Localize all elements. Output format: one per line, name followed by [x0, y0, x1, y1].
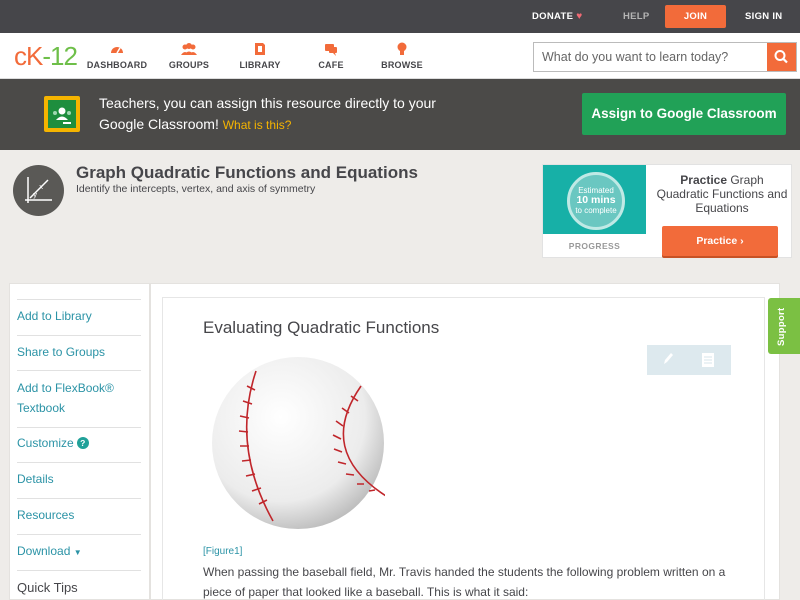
groups-icon: [153, 41, 225, 57]
article-paragraph: When passing the baseball field, Mr. Tra…: [203, 565, 726, 599]
dashboard-icon: [81, 41, 153, 57]
nav-groups[interactable]: GROUPS: [153, 41, 225, 70]
help-link[interactable]: HELP: [623, 0, 650, 33]
chevron-right-icon: ›: [740, 235, 744, 247]
main-nav: cK-12 DASHBOARD GROUPS LIBRARY CAFE BROW…: [0, 33, 800, 79]
add-to-flexbook-link[interactable]: Add to FlexBook® Textbook: [17, 378, 141, 418]
content-panel: Evaluating Quadratic Functions [Figure1]…: [150, 283, 780, 600]
support-tab[interactable]: Support: [768, 298, 800, 354]
top-bar: DONATE ♥ HELP JOIN SIGN IN: [0, 0, 800, 33]
download-link[interactable]: Download ▼: [17, 541, 141, 563]
library-icon: [224, 41, 296, 57]
ck12-logo[interactable]: cK-12: [14, 41, 78, 71]
nav-browse[interactable]: BROWSE: [366, 41, 438, 70]
google-classroom-icon: [44, 96, 80, 132]
heart-icon: ♥: [576, 11, 583, 22]
practice-thumbnail[interactable]: Estimated 10 mins to complete: [543, 165, 646, 234]
divider: [17, 427, 141, 428]
cafe-icon: [295, 41, 367, 57]
sign-in-link[interactable]: SIGN IN: [745, 0, 782, 33]
nav-dashboard[interactable]: DASHBOARD: [81, 41, 153, 70]
divider: [17, 370, 141, 371]
what-is-this-link[interactable]: What is this?: [223, 118, 292, 132]
svg-text:x: x: [39, 183, 43, 191]
google-classroom-banner: Teachers, you can assign this resource d…: [0, 79, 800, 150]
classroom-message: Teachers, you can assign this resource d…: [99, 95, 436, 132]
svg-text:y: y: [33, 191, 37, 199]
progress-label: PROGRESS: [568, 241, 621, 251]
nav-library[interactable]: LIBRARY: [224, 41, 296, 70]
practice-card: Estimated 10 mins to complete PROGRESS P…: [542, 164, 792, 258]
add-to-library-link[interactable]: Add to Library: [17, 306, 141, 326]
estimated-time-badge: Estimated 10 mins to complete: [567, 172, 625, 230]
donate-link[interactable]: DONATE ♥: [532, 0, 582, 33]
article: Evaluating Quadratic Functions [Figure1]…: [162, 297, 765, 600]
quick-tips-heading: Quick Tips: [17, 580, 78, 595]
figure-label[interactable]: [Figure1]: [203, 546, 242, 557]
note-tools: [647, 345, 731, 375]
concept-title: Graph Quadratic Functions and Equations: [76, 163, 418, 182]
baseball-image: [211, 356, 387, 530]
practice-button[interactable]: Practice ›: [662, 226, 778, 256]
search-input[interactable]: [534, 43, 768, 71]
help-icon[interactable]: ?: [76, 437, 89, 449]
join-button[interactable]: JOIN: [665, 5, 726, 28]
assign-to-google-classroom-button[interactable]: Assign to Google Classroom: [582, 93, 786, 135]
divider: [17, 299, 141, 300]
divider: [17, 462, 141, 463]
graph-concept-icon: xy: [13, 165, 64, 216]
article-title: Evaluating Quadratic Functions: [203, 318, 440, 337]
concept-header: xy Graph Quadratic Functions and Equatio…: [0, 150, 800, 280]
notes-icon[interactable]: [701, 352, 715, 373]
concept-subtitle: Identify the intercepts, vertex, and axi…: [76, 183, 316, 195]
browse-icon: [366, 41, 438, 57]
share-to-groups-link[interactable]: Share to Groups: [17, 342, 141, 362]
divider: [17, 498, 141, 499]
resources-link[interactable]: Resources: [17, 505, 141, 525]
customize-link[interactable]: Customize?: [17, 433, 141, 453]
search-box: [533, 42, 797, 72]
practice-title: Practice Graph Quadratic Functions and E…: [656, 173, 788, 215]
divider: [17, 570, 141, 571]
search-icon: [774, 50, 788, 64]
divider: [17, 335, 141, 336]
sidebar: Add to Library Share to Groups Add to Fl…: [9, 283, 150, 600]
caret-down-icon: ▼: [73, 548, 82, 557]
nav-cafe[interactable]: CAFE: [295, 41, 367, 70]
search-button[interactable]: [767, 43, 796, 71]
pencil-icon[interactable]: [661, 351, 675, 372]
divider: [17, 534, 141, 535]
details-link[interactable]: Details: [17, 469, 141, 489]
